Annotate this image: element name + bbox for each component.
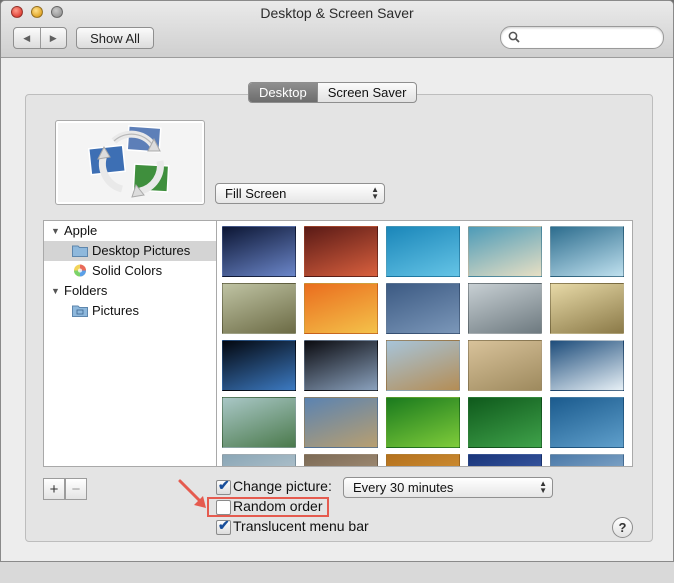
translucent-menu-bar-label: Translucent menu bar bbox=[233, 518, 369, 534]
group-label: Folders bbox=[64, 283, 108, 298]
wallpaper-thumbnail-earth-space[interactable] bbox=[304, 340, 378, 391]
window-title: Desktop & Screen Saver bbox=[260, 5, 414, 21]
back-forward-group: ◀ ▶ bbox=[13, 27, 67, 49]
wallpaper-thumbnail-rain-water[interactable] bbox=[386, 283, 460, 334]
updown-arrows-icon: ▲ ▼ bbox=[539, 479, 547, 495]
updown-arrows-icon: ▲ ▼ bbox=[371, 185, 379, 201]
wallpaper-thumbnail-row5-b[interactable] bbox=[304, 454, 378, 466]
annotation-arrow-icon bbox=[178, 479, 206, 508]
tab-bar: Desktop Screen Saver bbox=[248, 82, 418, 103]
sidebar-item-label: Desktop Pictures bbox=[92, 243, 191, 258]
wallpaper-thumbnail-canyon[interactable] bbox=[304, 226, 378, 277]
wallpaper-thumbnail-desert-clouds[interactable] bbox=[304, 397, 378, 448]
sidebar-item-pictures[interactable]: Pictures bbox=[44, 301, 217, 321]
sidebar-item-solid-colors[interactable]: Solid Colors bbox=[44, 261, 217, 281]
disclosure-triangle-icon[interactable]: ▼ bbox=[51, 226, 60, 236]
title-bar: Desktop & Screen Saver ◀ ▶ Show All bbox=[1, 1, 673, 58]
translucent-menu-bar-checkbox[interactable]: ✔ bbox=[216, 517, 231, 535]
wallpaper-thumbnail-zebras[interactable] bbox=[468, 340, 542, 391]
desktop-preview bbox=[55, 120, 205, 205]
change-interval-value: Every 30 minutes bbox=[353, 480, 454, 495]
group-label: Apple bbox=[64, 223, 98, 238]
picture-grid bbox=[216, 220, 633, 467]
rotating-pictures-icon bbox=[87, 125, 170, 198]
wallpaper-thumbnail-galaxy[interactable] bbox=[222, 226, 296, 277]
sidebar-item-desktop-pictures[interactable]: Desktop Pictures bbox=[44, 241, 217, 261]
help-button[interactable]: ? bbox=[612, 517, 633, 538]
add-folder-button[interactable]: + bbox=[43, 478, 65, 500]
wallpaper-thumbnail-ice-floes[interactable] bbox=[550, 340, 624, 391]
checkmark-icon: ✔ bbox=[218, 517, 230, 533]
wallpaper-thumbnail-beach[interactable] bbox=[468, 226, 542, 277]
remove-folder-button[interactable]: − bbox=[65, 478, 87, 500]
wallpaper-thumbnail-misty-tree[interactable] bbox=[550, 283, 624, 334]
sidebar-item-label: Pictures bbox=[92, 303, 139, 318]
folder-icon bbox=[72, 245, 88, 257]
wallpaper-thumbnail-row5-c[interactable] bbox=[386, 454, 460, 466]
wallpaper-thumbnail-row5-a[interactable] bbox=[222, 454, 296, 466]
show-all-button[interactable]: Show All bbox=[76, 27, 154, 49]
change-picture-checkbox[interactable]: ✔ bbox=[216, 477, 231, 495]
change-picture-label: Change picture: bbox=[233, 478, 332, 494]
search-icon bbox=[508, 31, 520, 43]
background-strip bbox=[0, 562, 674, 583]
search-field[interactable] bbox=[500, 26, 664, 49]
tab-desktop[interactable]: Desktop bbox=[249, 83, 317, 102]
wallpaper-thumbnail-elephant[interactable] bbox=[386, 340, 460, 391]
forward-arrow-icon: ▶ bbox=[49, 32, 57, 43]
wallpaper-thumbnail-green-grass[interactable] bbox=[468, 397, 542, 448]
wallpaper-thumbnail-frozen-lake[interactable] bbox=[550, 226, 624, 277]
wallpaper-thumbnail-earth-horizon[interactable] bbox=[222, 340, 296, 391]
wallpaper-thumbnail-row5-e[interactable] bbox=[550, 454, 624, 466]
tab-screen-saver[interactable]: Screen Saver bbox=[316, 83, 417, 102]
wallpaper-thumbnail-grass[interactable] bbox=[222, 283, 296, 334]
back-arrow-icon: ◀ bbox=[23, 32, 31, 43]
sidebar-item-label: Solid Colors bbox=[92, 263, 163, 278]
annotation-highlight-box bbox=[207, 497, 329, 517]
wallpaper-thumbnail-autumn-leaves[interactable] bbox=[304, 283, 378, 334]
wallpaper-thumbnail-row5-d[interactable] bbox=[468, 454, 542, 466]
pictures-folder-icon bbox=[72, 305, 88, 317]
disclosure-triangle-icon[interactable]: ▼ bbox=[51, 286, 60, 296]
fill-mode-value: Fill Screen bbox=[225, 186, 287, 201]
group-folders[interactable]: ▼ Folders bbox=[44, 281, 217, 301]
wallpaper-thumbnail-blue-water[interactable] bbox=[550, 397, 624, 448]
checkmark-icon: ✔ bbox=[218, 477, 230, 493]
wallpaper-thumbnail-lily-pads[interactable] bbox=[222, 397, 296, 448]
color-wheel-icon bbox=[74, 264, 86, 277]
group-apple[interactable]: ▼ Apple bbox=[44, 221, 217, 241]
wallpaper-thumbnail-ocean-waves[interactable] bbox=[386, 226, 460, 277]
wallpaper-thumbnail-frog-leaf[interactable] bbox=[386, 397, 460, 448]
preferences-window: Desktop & Screen Saver ◀ ▶ Show All Desk… bbox=[0, 0, 674, 562]
wallpaper-thumbnail-foggy-lake[interactable] bbox=[468, 283, 542, 334]
fill-mode-select[interactable]: Fill Screen ▲ ▼ bbox=[215, 183, 385, 204]
forward-button[interactable]: ▶ bbox=[39, 28, 67, 48]
change-interval-select[interactable]: Every 30 minutes ▲ ▼ bbox=[343, 477, 553, 498]
back-button[interactable]: ◀ bbox=[14, 28, 40, 48]
source-list: ▼ Apple Desktop Pictures Solid Colors ▼ … bbox=[43, 220, 217, 467]
